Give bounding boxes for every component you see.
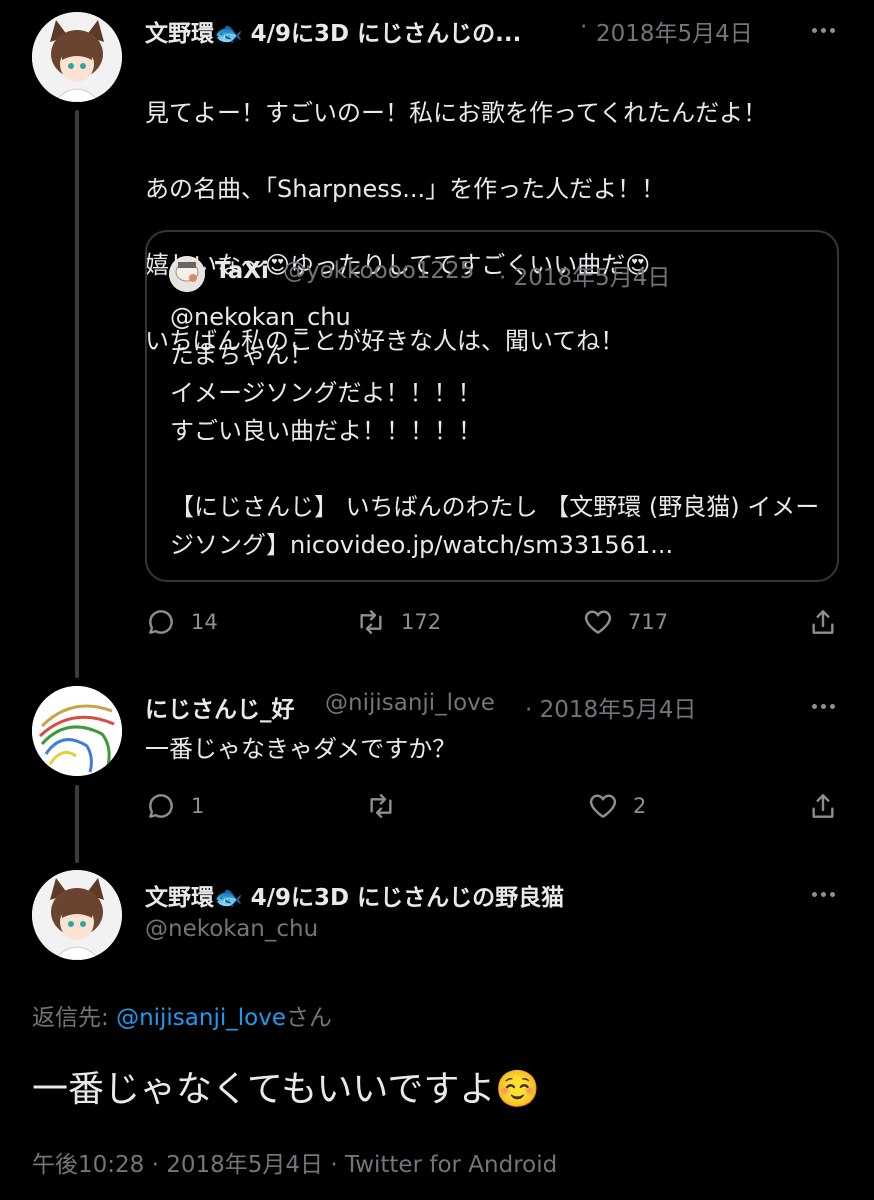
avatar-nijisanji-love[interactable] <box>32 686 122 776</box>
share-icon <box>812 794 834 818</box>
reply-suffix: さん <box>285 1005 332 1031</box>
retweet-icon <box>360 610 382 634</box>
quote-author-name: TaXi <box>215 258 269 284</box>
reply-to-link[interactable]: @nijisanji_love <box>116 1005 286 1031</box>
more-options-icon[interactable] <box>812 20 835 40</box>
tweet-text: 一番じゃなきゃダメですか？ <box>145 735 457 763</box>
share-button[interactable] <box>807 606 839 638</box>
reply-icon <box>149 610 173 634</box>
thread-line <box>75 110 79 678</box>
quote-avatar <box>169 256 205 292</box>
retweet-icon <box>370 794 392 818</box>
reply-count: 14 <box>191 610 218 634</box>
like-count: 717 <box>628 610 669 634</box>
tweet-actions: 14 172 717 <box>145 606 845 646</box>
quote-text: @nekokan_chu たまちゃん！ イメージソングだよ！！！！ すごい良い曲… <box>170 303 820 559</box>
author-handle[interactable]: @nijisanji_love <box>325 690 495 716</box>
more-options-icon[interactable] <box>812 696 835 716</box>
tweet-text-line: 見てよー！すごいのー！私にお歌を作ってくれたんだよ！ <box>145 99 768 127</box>
author-name[interactable]: 文野環🐟 4/9に3D にじさんじの野良猫 <box>145 878 564 912</box>
reply-count: 1 <box>191 794 205 818</box>
like-count: 2 <box>633 794 647 818</box>
tweet-meta: 午後10:28 · 2018年5月4日 · Twitter for Androi… <box>32 1152 558 1178</box>
author-name[interactable]: にじさんじ_好 <box>145 690 295 724</box>
heart-icon <box>584 610 612 634</box>
tweet-date[interactable]: 2018年5月4日 <box>596 14 753 48</box>
share-button[interactable] <box>807 790 839 822</box>
share-icon <box>812 610 834 634</box>
like-button[interactable]: 2 <box>587 790 646 822</box>
like-button[interactable]: 717 <box>582 606 668 638</box>
tweet-actions: 1 2 <box>145 790 845 830</box>
focused-tweet-text: 一番じゃなくてもいいですよ☺️ <box>32 1069 541 1110</box>
thread-line <box>75 785 79 863</box>
avatar-fumino-tamaki[interactable] <box>32 870 122 960</box>
reply-button[interactable]: 1 <box>145 790 204 822</box>
more-options-icon[interactable] <box>812 884 835 904</box>
author-handle[interactable]: @nekokan_chu <box>145 916 318 942</box>
reply-button[interactable]: 14 <box>145 606 218 638</box>
reply-prefix: 返信先: <box>32 1005 117 1031</box>
avatar-fumino-tamaki[interactable] <box>32 12 122 102</box>
quote-date: · 2018年5月4日 <box>499 265 671 291</box>
retweet-button[interactable]: 172 <box>355 606 441 638</box>
reply-icon <box>149 794 173 818</box>
quoted-tweet[interactable]: TaXi @yokkoooo1225 · 2018年5月4日 @nekokan_… <box>145 230 839 582</box>
heart-icon <box>589 794 617 818</box>
retweet-button[interactable] <box>365 790 411 822</box>
reply-context: 返信先: @nijisanji_loveさん <box>32 998 332 1032</box>
tweet-text-line: あの名曲、「Sharpness...」を作った人だよ！！ <box>145 175 666 203</box>
quote-handle: @yokkoooo1225 <box>283 258 475 284</box>
author-name[interactable]: 文野環🐟 4/9に3D にじさんじの... <box>145 14 521 48</box>
retweet-count: 172 <box>401 610 442 634</box>
tweet-date[interactable]: · 2018年5月4日 <box>525 690 696 724</box>
separator: · <box>580 14 588 40</box>
